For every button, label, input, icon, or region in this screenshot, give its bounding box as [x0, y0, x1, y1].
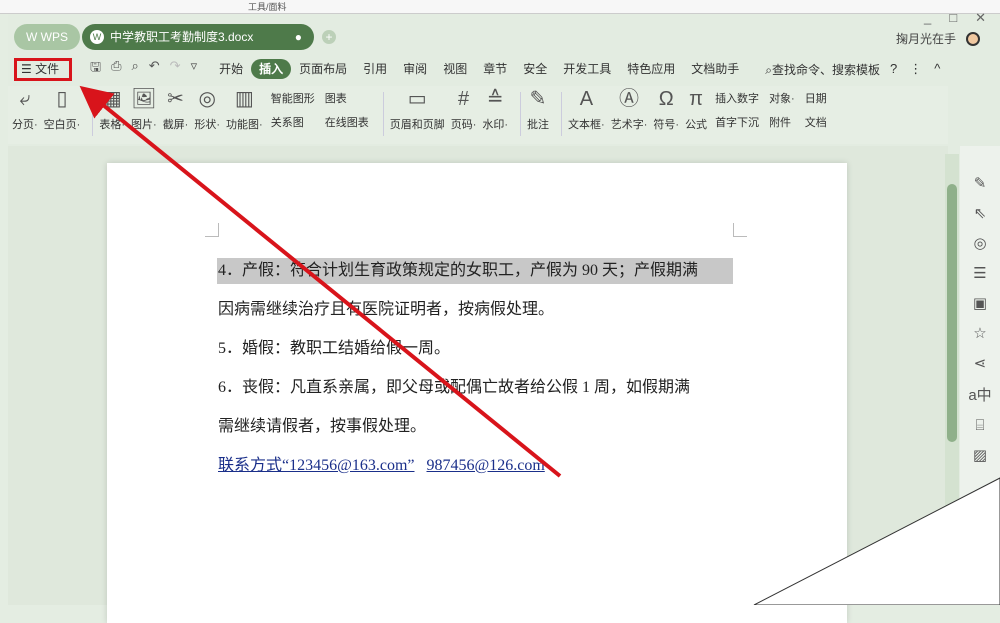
annotation-overlay [79, 85, 1000, 605]
page-curl-overlay [753, 477, 1000, 605]
red-arrow-annotation [79, 85, 562, 478]
